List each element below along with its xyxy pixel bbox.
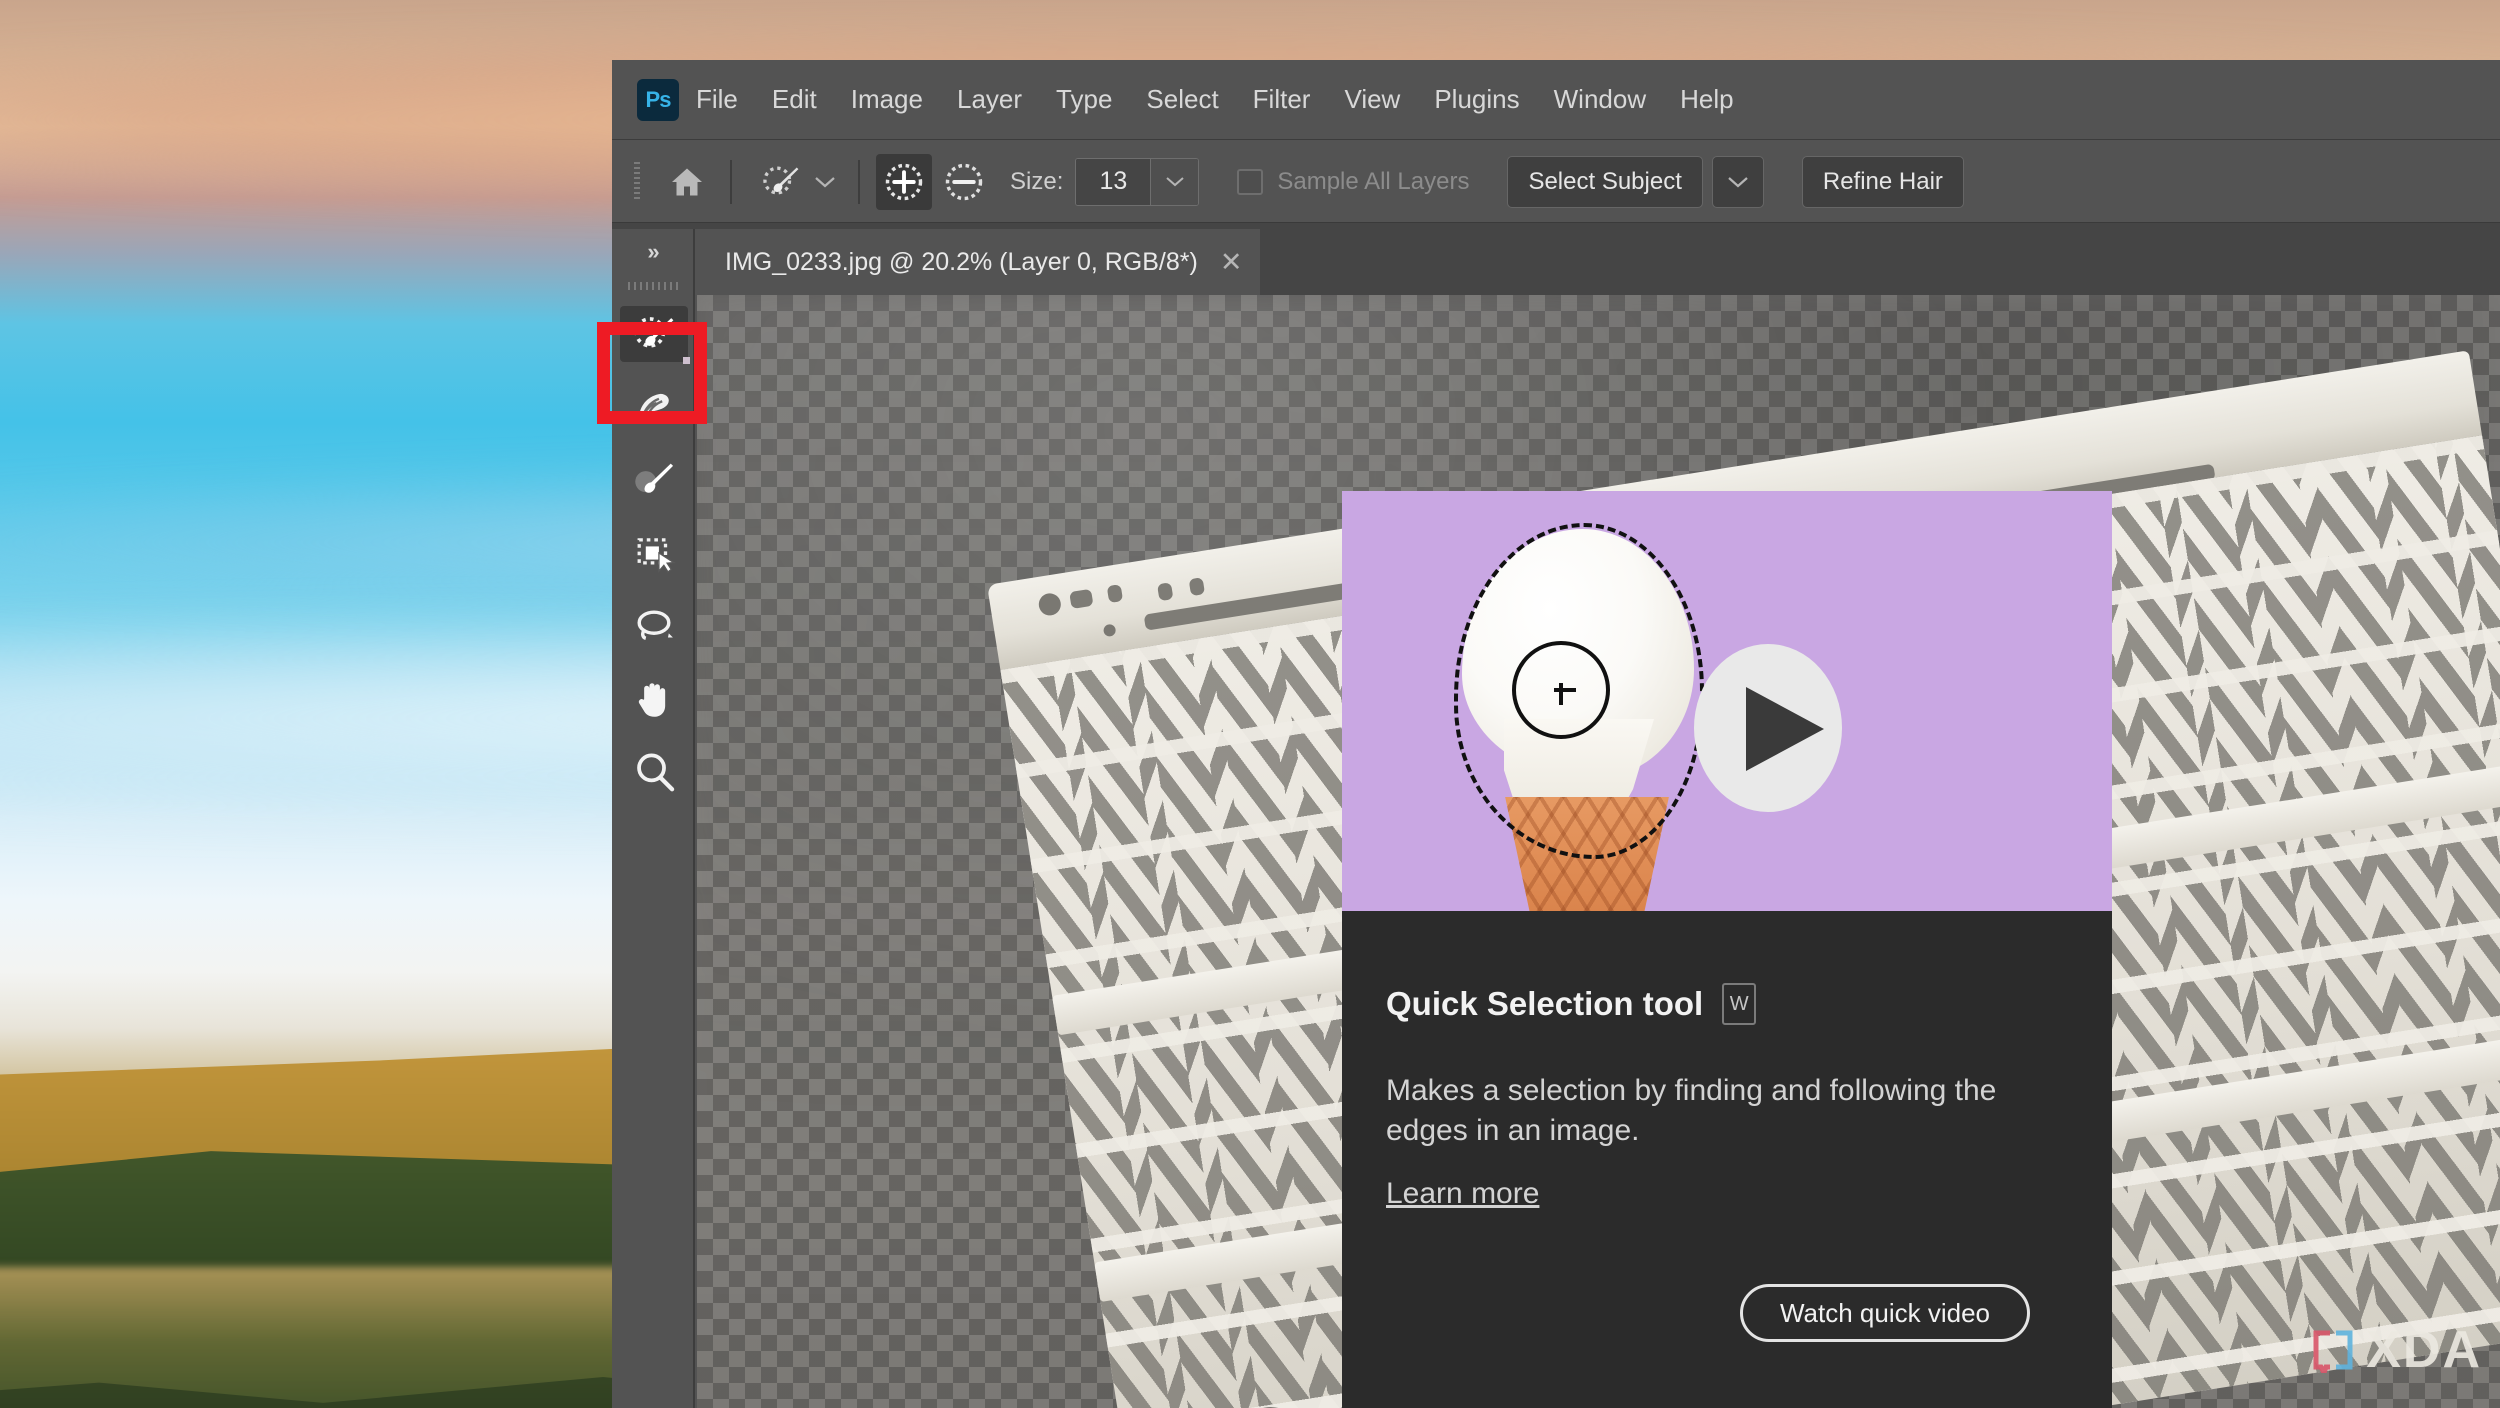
tool-tooltip-panel: Quick Selection tool W Makes a selection… <box>1342 491 2112 1408</box>
photoshop-logo-icon[interactable]: Ps <box>637 78 679 121</box>
tooltip-video-thumbnail[interactable] <box>1342 491 2112 911</box>
tool-lasso[interactable] <box>612 589 695 662</box>
tooltip-title: Quick Selection tool <box>1386 985 1704 1022</box>
size-input[interactable]: 13 <box>1076 158 1151 205</box>
options-bar: Size: 13 Sample All Layers Select Subjec… <box>612 141 2500 223</box>
watch-quick-video-button[interactable]: Watch quick video <box>1740 1284 2030 1342</box>
brush-preset-chevron-down-icon[interactable] <box>808 157 842 207</box>
tool-zoom[interactable] <box>612 735 695 808</box>
menu-item-file[interactable]: File <box>679 78 755 121</box>
menu-item-layer[interactable]: Layer <box>940 78 1039 121</box>
options-divider-2 <box>858 159 860 204</box>
select-subject-chevron-down-icon[interactable] <box>1711 155 1764 208</box>
menu-item-window[interactable]: Window <box>1537 78 1663 121</box>
play-icon[interactable] <box>1746 687 1824 771</box>
menu-item-select[interactable]: Select <box>1129 78 1235 121</box>
photoshop-window: Ps File Edit Image Layer Type Select Fil… <box>612 60 2500 1408</box>
add-to-selection-button[interactable] <box>876 153 932 210</box>
quick-selection-brush-icon[interactable] <box>754 155 808 209</box>
subtract-from-selection-button[interactable] <box>936 154 992 210</box>
sample-all-layers-option[interactable]: Sample All Layers <box>1237 168 1469 196</box>
document-tab-bar: IMG_0233.jpg @ 20.2% (Layer 0, RGB/8*) ✕ <box>695 229 2500 295</box>
size-chevron-down-icon[interactable] <box>1150 158 1199 205</box>
brush-size-field[interactable]: 13 <box>1075 157 1200 206</box>
tools-panel: » <box>612 229 695 1408</box>
toolbar-collapse-button[interactable]: » <box>612 229 693 275</box>
tooltip-title-row: Quick Selection tool W <box>1386 983 1757 1025</box>
tooltip-content: Quick Selection tool W Makes a selection… <box>1342 911 2112 1408</box>
menu-item-plugins[interactable]: Plugins <box>1417 78 1536 121</box>
menu-item-type[interactable]: Type <box>1039 78 1129 121</box>
tool-quick-selection[interactable] <box>612 297 695 370</box>
learn-more-link[interactable]: Learn more <box>1386 1177 1539 1211</box>
document-tab[interactable]: IMG_0233.jpg @ 20.2% (Layer 0, RGB/8*) ✕ <box>695 229 1261 295</box>
home-icon[interactable] <box>660 155 714 209</box>
tool-crop-move[interactable] <box>612 516 695 589</box>
close-icon[interactable]: ✕ <box>1220 247 1243 278</box>
tool-brush[interactable] <box>612 443 695 516</box>
refine-hair-button[interactable]: Refine Hair <box>1801 155 1964 208</box>
select-subject-button[interactable]: Select Subject <box>1507 155 1703 208</box>
menu-bar: Ps File Edit Image Layer Type Select Fil… <box>612 60 2500 140</box>
options-divider-1 <box>730 159 732 204</box>
menu-item-filter[interactable]: Filter <box>1236 78 1328 121</box>
toolbar-grip[interactable] <box>612 275 693 297</box>
document-tab-title: IMG_0233.jpg @ 20.2% (Layer 0, RGB/8*) <box>725 247 1198 276</box>
menu-item-view[interactable]: View <box>1327 78 1417 121</box>
xda-watermark: XDA <box>2310 1320 2482 1380</box>
tooltip-description: Makes a selection by finding and followi… <box>1386 1074 1997 1147</box>
sample-all-layers-checkbox[interactable] <box>1237 168 1264 195</box>
options-bar-grip[interactable] <box>634 161 640 202</box>
tool-object-selection[interactable] <box>612 370 695 443</box>
menu-item-edit[interactable]: Edit <box>755 78 834 121</box>
size-label: Size: <box>1010 167 1064 195</box>
xda-wordmark: XDA <box>2366 1321 2482 1379</box>
menu-item-help[interactable]: Help <box>1663 78 1750 121</box>
menu-item-image[interactable]: Image <box>834 78 940 121</box>
xda-bracket-icon <box>2310 1327 2356 1380</box>
tool-hand[interactable] <box>612 662 695 735</box>
tool-group-indicator <box>683 357 690 364</box>
tooltip-shortcut-badge: W <box>1722 983 1757 1025</box>
brush-cursor-icon <box>1512 641 1610 739</box>
sample-all-layers-label: Sample All Layers <box>1277 167 1470 195</box>
